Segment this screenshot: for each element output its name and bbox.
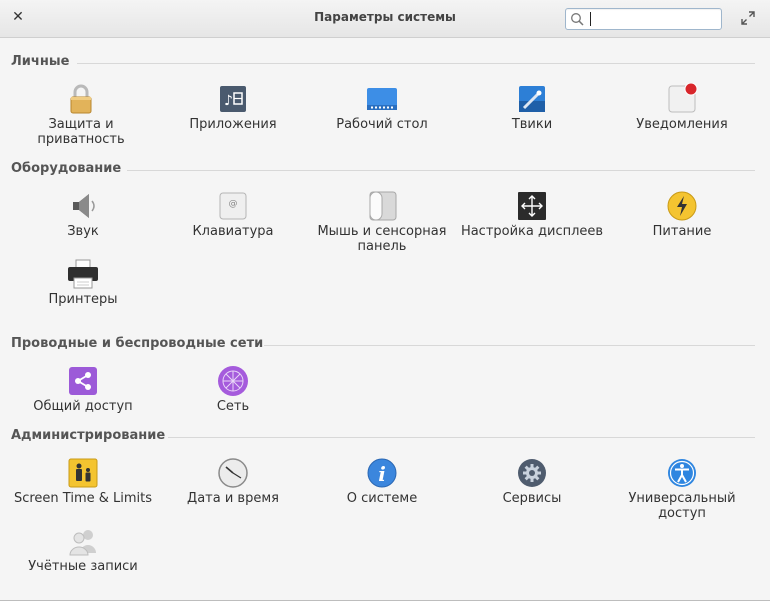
item-desktop[interactable]: Рабочий стол: [307, 83, 457, 132]
search-box[interactable]: [565, 8, 722, 30]
item-label: Screen Time & Limits: [13, 491, 153, 506]
item-label: Принтеры: [48, 292, 118, 307]
tweaks-icon: [516, 83, 548, 115]
notifications-icon: [666, 83, 698, 115]
accessibility-icon: [666, 457, 698, 489]
info-icon: i: [366, 457, 398, 489]
gear-icon: [516, 457, 548, 489]
item-label: Питание: [652, 224, 712, 239]
section-title-network: Проводные и беспроводные сети: [11, 336, 264, 351]
power-icon: [666, 190, 698, 222]
item-label: Универсальный доступ: [628, 491, 736, 521]
search-icon: [571, 13, 584, 26]
display-icon: [516, 190, 548, 222]
item-date-time[interactable]: Дата и время: [158, 457, 308, 506]
section-divider: [127, 170, 755, 171]
item-about[interactable]: i О системе: [307, 457, 457, 506]
item-mouse-touchpad[interactable]: Мышь и сенсорная панель: [307, 190, 457, 254]
search-input[interactable]: [588, 11, 716, 27]
applications-icon: ♪: [217, 83, 249, 115]
share-icon: [67, 365, 99, 397]
item-label: О системе: [346, 491, 418, 506]
item-universal-access[interactable]: Универсальный доступ: [607, 457, 757, 521]
item-user-accounts[interactable]: Учётные записи: [8, 525, 158, 574]
item-label: Учётные записи: [28, 559, 138, 574]
svg-text:@: @: [229, 199, 238, 209]
desktop-icon: [366, 83, 398, 115]
section-title-hardware: Оборудование: [11, 161, 122, 176]
item-printers[interactable]: Принтеры: [8, 258, 158, 307]
section-title-personal: Личные: [11, 54, 70, 69]
section-divider: [77, 63, 755, 64]
item-label: Защита и приватность: [37, 117, 125, 147]
item-label: Клавиатура: [192, 224, 274, 239]
clock-icon: [217, 457, 249, 489]
lock-icon: [65, 83, 97, 115]
settings-window: ✕ Параметры системы Личные Защита и прив…: [0, 0, 770, 601]
item-services[interactable]: Сервисы: [457, 457, 607, 506]
item-power[interactable]: Питание: [607, 190, 757, 239]
network-icon: [217, 365, 249, 397]
svg-text:♪: ♪: [224, 93, 233, 109]
item-label: Дата и время: [187, 491, 279, 506]
item-tweaks[interactable]: Твики: [457, 83, 607, 132]
item-label: Звук: [67, 224, 99, 239]
keyboard-icon: @: [217, 190, 249, 222]
item-label: Мышь и сенсорная панель: [317, 224, 447, 254]
mouse-icon: [366, 190, 398, 222]
item-applications[interactable]: ♪ Приложения: [158, 83, 308, 132]
item-keyboard[interactable]: @ Клавиатура: [158, 190, 308, 239]
screen-time-icon: [67, 457, 99, 489]
svg-text:i: i: [378, 462, 386, 486]
section-divider: [264, 345, 755, 346]
item-screen-time[interactable]: Screen Time & Limits: [8, 457, 158, 506]
item-displays[interactable]: Настройка дисплеев: [457, 190, 607, 239]
text-caret: [590, 12, 591, 26]
item-notifications[interactable]: Уведомления: [607, 83, 757, 132]
item-sharing[interactable]: Общий доступ: [8, 365, 158, 414]
maximize-icon[interactable]: [741, 11, 755, 25]
section-title-administration: Администрирование: [11, 428, 166, 443]
titlebar: ✕ Параметры системы: [0, 0, 770, 38]
item-label: Приложения: [189, 117, 277, 132]
item-label: Уведомления: [636, 117, 728, 132]
item-security-privacy[interactable]: Защита и приватность: [6, 83, 156, 147]
item-network[interactable]: Сеть: [158, 365, 308, 414]
section-divider: [168, 437, 755, 438]
item-label: Сеть: [216, 399, 250, 414]
item-label: Сервисы: [502, 491, 562, 506]
item-label: Общий доступ: [33, 399, 133, 414]
speaker-icon: [67, 190, 99, 222]
item-label: Рабочий стол: [336, 117, 428, 132]
users-icon: [67, 525, 99, 557]
item-label: Твики: [511, 117, 553, 132]
printer-icon: [67, 258, 99, 290]
item-label: Настройка дисплеев: [460, 224, 604, 239]
item-sound[interactable]: Звук: [8, 190, 158, 239]
